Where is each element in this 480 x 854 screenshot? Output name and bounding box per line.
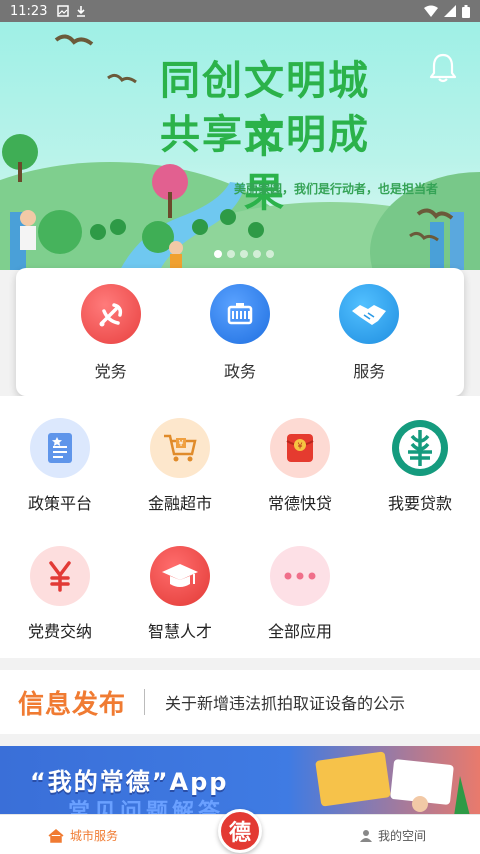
app-apply-loan[interactable]: 我要贷款 <box>360 418 480 514</box>
battery-icon <box>462 4 470 18</box>
service-label: 服务 <box>353 362 386 381</box>
promo-banner[interactable]: “我的常德”App 常见问题解答 <box>0 746 480 816</box>
app-label: 金融超市 <box>147 494 212 513</box>
more-dots-icon <box>270 546 330 606</box>
policy-document-icon <box>30 418 90 478</box>
nav-city-services[interactable]: 城市服务 <box>48 827 118 844</box>
hero-banner[interactable]: 同创文明城市 共享文明成果 美丽家园，我们是行动者，也是担当者 <box>0 22 480 270</box>
app-label: 智慧人才 <box>147 622 212 641</box>
promo-subtext: 常见问题解答 <box>68 800 225 816</box>
promo-text: “我的常德”App <box>30 768 229 796</box>
bottom-navigation: 城市服务 德 我的空间 <box>0 809 480 854</box>
handshake-icon <box>339 284 400 344</box>
app-screen: 11:23 同创文明城市 共享文明成果 美丽家园，我们是行动者，也是担当者 党务… <box>0 0 480 854</box>
app-policy-platform[interactable]: 政策平台 <box>0 418 120 514</box>
carousel-dot[interactable] <box>227 250 235 258</box>
app-label: 全部应用 <box>267 622 332 641</box>
status-bar: 11:23 <box>0 0 480 22</box>
app-grid-row: 政策平台 ¥ 金融超市 ¥ 常德快贷 我要贷款 <box>0 418 480 514</box>
carousel-dot[interactable] <box>214 250 222 258</box>
app-finance-market[interactable]: ¥ 金融超市 <box>120 418 240 514</box>
main-services-card: 党务 政务 服务 <box>16 268 464 396</box>
app-changde-quick-loan[interactable]: ¥ 常德快贷 <box>240 418 360 514</box>
news-section-title: 信息发布 <box>18 689 127 720</box>
app-label: 党费交纳 <box>27 622 92 641</box>
nav-label: 城市服务 <box>70 829 119 843</box>
app-label: 政策平台 <box>27 494 92 513</box>
banner-slogan: 美丽家园，我们是行动者，也是担当者 <box>234 182 439 196</box>
carousel-dot[interactable] <box>253 250 261 258</box>
yuan-icon <box>30 546 90 606</box>
service-party-affairs[interactable]: 党务 <box>61 268 161 396</box>
app-label: 我要贷款 <box>387 494 452 513</box>
graduation-cap-icon <box>150 546 210 606</box>
wifi-icon <box>424 5 438 17</box>
carousel-dot[interactable] <box>240 250 248 258</box>
app-all-apps[interactable]: 全部应用 <box>240 546 360 642</box>
service-label: 政务 <box>223 362 256 381</box>
svg-text:¥: ¥ <box>178 439 183 448</box>
carousel-indicator[interactable] <box>214 250 274 258</box>
party-emblem-icon <box>80 284 141 344</box>
nav-changde-center-button[interactable]: 德 <box>218 809 262 853</box>
service-label: 党务 <box>94 362 127 381</box>
news-divider <box>144 689 146 715</box>
notification-bell-icon[interactable] <box>428 52 458 84</box>
center-logo-text: 德 <box>228 821 251 846</box>
app-label: 常德快贷 <box>267 494 332 513</box>
government-building-icon <box>209 284 270 344</box>
svg-text:¥: ¥ <box>297 442 302 451</box>
agricultural-bank-icon <box>390 418 450 478</box>
red-envelope-icon: ¥ <box>270 418 330 478</box>
service-government-affairs[interactable]: 政务 <box>190 268 290 396</box>
shopping-cart-icon: ¥ <box>150 418 210 478</box>
news-headline[interactable]: 关于新增违法抓拍取证设备的公示 <box>165 690 405 714</box>
app-grid-row: 党费交纳 智慧人才 全部应用 <box>0 546 480 642</box>
download-icon <box>77 6 86 17</box>
status-time: 11:23 <box>10 3 48 19</box>
app-party-dues[interactable]: 党费交纳 <box>0 546 120 642</box>
image-notification-icon <box>57 5 70 17</box>
carousel-dot[interactable] <box>266 250 274 258</box>
news-ticker[interactable]: 信息发布 关于新增违法抓拍取证设备的公示 <box>0 670 480 734</box>
nav-label: 我的空间 <box>378 829 427 843</box>
banner-title-line2: 共享文明成果 <box>160 112 370 216</box>
app-grid: 政策平台 ¥ 金融超市 ¥ 常德快贷 我要贷款 党费交纳 智慧人才 全部应用 <box>0 396 480 658</box>
home-icon <box>48 828 64 843</box>
cell-signal-icon <box>444 5 456 17</box>
nav-my-space[interactable]: 我的空间 <box>360 827 426 844</box>
app-smart-talent[interactable]: 智慧人才 <box>120 546 240 642</box>
user-icon <box>360 830 372 842</box>
service-public-services[interactable]: 服务 <box>319 268 419 396</box>
